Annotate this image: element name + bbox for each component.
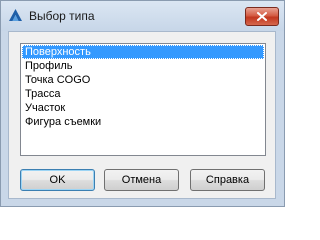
list-item-parcel[interactable]: Участок: [22, 101, 264, 115]
list-item-surface[interactable]: Поверхность: [22, 45, 264, 59]
type-listbox[interactable]: Поверхность Профиль Точка COGO Трасса Уч…: [20, 43, 266, 156]
dialog-window: Выбор типа Поверхность Профиль Точка COG…: [0, 0, 285, 207]
list-item-cogo-point[interactable]: Точка COGO: [22, 73, 264, 87]
close-button[interactable]: [245, 7, 279, 26]
list-item-alignment[interactable]: Трасса: [22, 87, 264, 101]
ok-button[interactable]: OK: [20, 169, 95, 191]
list-item-survey-figure[interactable]: Фигура съемки: [22, 115, 264, 129]
help-button[interactable]: Справка: [190, 169, 265, 191]
title-bar[interactable]: Выбор типа: [1, 1, 284, 31]
dialog-client-area: Поверхность Профиль Точка COGO Трасса Уч…: [8, 31, 276, 199]
app-logo-icon: [8, 8, 23, 23]
list-item-profile[interactable]: Профиль: [22, 59, 264, 73]
cancel-button[interactable]: Отмена: [104, 169, 179, 191]
close-icon: [257, 12, 267, 21]
window-title: Выбор типа: [29, 9, 95, 23]
